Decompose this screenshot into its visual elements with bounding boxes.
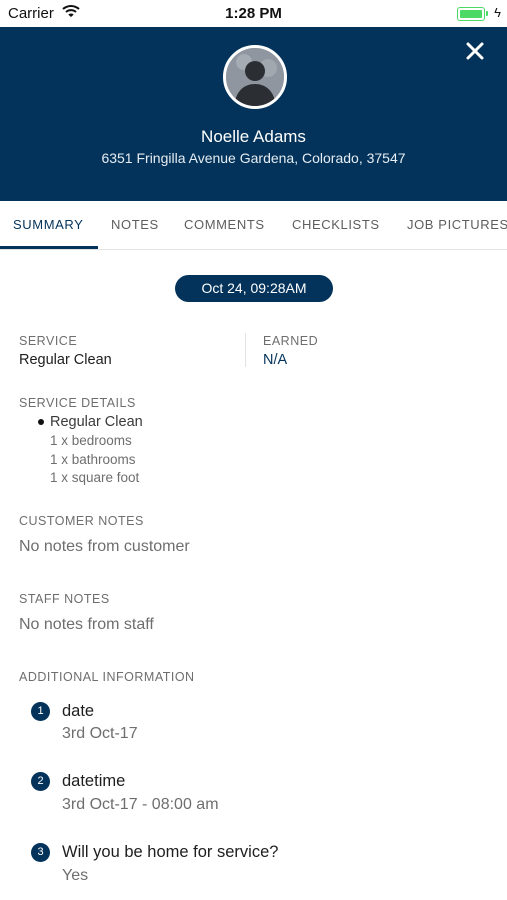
question-number-badge: 2 bbox=[31, 772, 50, 791]
vertical-divider bbox=[245, 333, 246, 367]
question-number-badge: 3 bbox=[31, 843, 50, 862]
tab-comments[interactable]: COMMENTS bbox=[184, 217, 265, 232]
service-detail-item: 1 x bedrooms bbox=[50, 433, 132, 448]
tab-checklists[interactable]: CHECKLISTS bbox=[292, 217, 380, 232]
battery-tip bbox=[486, 11, 488, 16]
service-value: Regular Clean bbox=[19, 352, 112, 368]
question-answer: 3rd Oct-17 bbox=[62, 725, 138, 742]
question-answer: Yes bbox=[62, 867, 89, 884]
active-tab-indicator bbox=[0, 246, 98, 249]
staff-notes-text: No notes from staff bbox=[19, 616, 154, 633]
staff-notes-label: STAFF NOTES bbox=[19, 592, 110, 606]
status-bar: Carrier 1:28 PM ϟ bbox=[0, 0, 507, 27]
question-number-badge: 1 bbox=[31, 702, 50, 721]
service-detail-item: 1 x bathrooms bbox=[50, 452, 136, 467]
customer-name: Noelle Adams bbox=[201, 127, 306, 146]
job-date-badge: Oct 24, 09:28AM bbox=[175, 275, 333, 302]
customer-address: 6351 Fringilla Avenue Gardena, Colorado,… bbox=[101, 150, 406, 166]
bullet-icon bbox=[38, 419, 44, 425]
customer-notes-label: CUSTOMER NOTES bbox=[19, 514, 144, 528]
tab-bar: SUMMARY NOTES COMMENTS CHECKLISTS JOB PI… bbox=[0, 201, 507, 250]
close-button[interactable] bbox=[459, 35, 491, 67]
customer-notes-text: No notes from customer bbox=[19, 538, 190, 555]
battery-icon bbox=[457, 7, 485, 21]
job-header: Noelle Adams 6351 Fringilla Avenue Garde… bbox=[0, 27, 507, 201]
question-title: date bbox=[62, 702, 95, 720]
close-icon bbox=[466, 42, 484, 60]
avatar bbox=[223, 45, 287, 109]
earned-label: EARNED bbox=[263, 334, 319, 348]
charging-icon: ϟ bbox=[494, 5, 501, 20]
tab-notes[interactable]: NOTES bbox=[111, 217, 159, 232]
question-answer: 3rd Oct-17 - 08:00 am bbox=[62, 796, 219, 813]
tab-job-pictures[interactable]: JOB PICTURES bbox=[407, 217, 507, 232]
question-title: Will you be home for service? bbox=[62, 843, 279, 861]
status-time: 1:28 PM bbox=[225, 5, 282, 22]
service-label: SERVICE bbox=[19, 334, 78, 348]
service-detail-item: 1 x square foot bbox=[50, 470, 140, 485]
avatar-placeholder-icon bbox=[226, 48, 284, 106]
service-details-label: SERVICE DETAILS bbox=[19, 396, 136, 410]
service-details-main: Regular Clean bbox=[50, 414, 143, 430]
additional-info-label: ADDITIONAL INFORMATION bbox=[19, 670, 195, 684]
earned-value: N/A bbox=[263, 352, 288, 368]
question-title: datetime bbox=[62, 772, 126, 790]
tab-summary[interactable]: SUMMARY bbox=[13, 217, 83, 232]
